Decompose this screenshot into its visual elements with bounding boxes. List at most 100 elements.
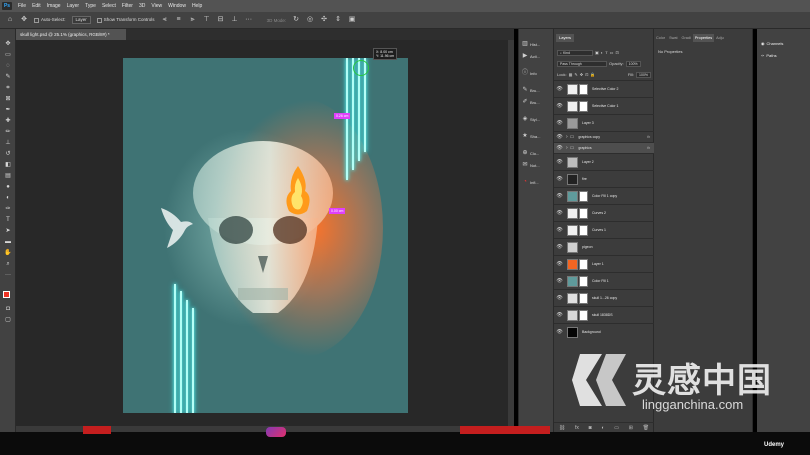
3d-roll-icon[interactable]: ◎ [306, 16, 314, 24]
visibility-eye-icon[interactable]: 👁 [556, 103, 563, 109]
clone-stamp-tool-icon[interactable]: ⊥ [3, 139, 13, 148]
layer-mask-thumbnail[interactable] [579, 275, 588, 287]
align-bottom-icon[interactable]: ⊥ [231, 16, 239, 24]
panel-shapes[interactable]: ★ Sha... [522, 131, 554, 141]
align-right-icon[interactable]: ⫸ [189, 16, 197, 24]
align-left-icon[interactable]: ⫷ [161, 16, 169, 24]
taskbar-app-red[interactable] [83, 426, 111, 434]
show-transform-checkbox[interactable]: Show Transform Controls [96, 17, 155, 23]
menu-image[interactable]: Image [44, 3, 64, 9]
panel-paths[interactable]: ✑ Paths [761, 50, 777, 60]
visibility-eye-icon[interactable]: 👁 [556, 210, 563, 216]
new-group-icon[interactable]: ▭ [614, 425, 619, 431]
menu-filter[interactable]: Filter [119, 3, 136, 9]
hand-tool-icon[interactable]: ✋ [3, 249, 13, 258]
lock-move-icon[interactable]: ✥ [580, 72, 583, 77]
layer-row[interactable]: 👁 Curves 2 [554, 204, 654, 221]
visibility-eye-icon[interactable]: 👁 [556, 329, 563, 335]
menu-3d[interactable]: 3D [136, 3, 148, 9]
menu-view[interactable]: View [148, 3, 165, 9]
panel-channels[interactable]: ◉ Channels [761, 38, 783, 48]
visibility-eye-icon[interactable]: 👁 [556, 159, 563, 165]
instagram-icon[interactable] [266, 427, 286, 437]
layer-name[interactable]: skull 1838DS [592, 313, 613, 317]
panel-notes[interactable]: ✉ Not... [522, 160, 554, 170]
visibility-eye-icon[interactable]: 👁 [556, 134, 563, 140]
align-center-icon[interactable]: ≡ [175, 16, 183, 24]
photoshop-logo-icon[interactable]: Ps [2, 2, 12, 10]
opacity-input[interactable]: 100% [625, 60, 641, 67]
menu-edit[interactable]: Edit [29, 3, 44, 9]
layer-mask-thumbnail[interactable] [579, 309, 588, 321]
screen-mode-icon[interactable]: ▢ [3, 316, 13, 325]
layer-name[interactable]: fire [582, 177, 587, 181]
tab-swatches[interactable]: Swat [667, 34, 679, 42]
layer-thumbnail[interactable] [567, 292, 578, 304]
dodge-tool-icon[interactable]: ◐ [3, 194, 13, 203]
type-tool-icon[interactable]: T [3, 216, 13, 225]
layer-row[interactable]: 👁 fire [554, 170, 654, 187]
tab-gradients[interactable]: Gradi [680, 34, 693, 42]
layer-mask-thumbnail[interactable] [579, 258, 588, 270]
auto-select-dropdown[interactable]: Layer [71, 16, 91, 24]
zoom-tool-icon[interactable]: ⌕ [3, 260, 13, 269]
more-options-icon[interactable]: ··· [245, 16, 253, 24]
fill-input[interactable]: 100% [636, 71, 651, 78]
layer-row[interactable]: 👁 Curves 1 [554, 221, 654, 238]
layer-row[interactable]: 👁 skull 1838DS [554, 306, 654, 323]
align-top-icon[interactable]: ⊤ [203, 16, 211, 24]
lock-all-icon[interactable]: 🔒 [590, 72, 595, 77]
vertical-scrollbar[interactable] [508, 40, 514, 432]
visibility-eye-icon[interactable]: 👁 [556, 86, 563, 92]
menu-window[interactable]: Window [165, 3, 189, 9]
layer-name[interactable]: pigeon [582, 245, 593, 249]
layer-mask-thumbnail[interactable] [579, 83, 588, 95]
shape-tool-icon[interactable]: ▬ [3, 238, 13, 247]
filter-adjust-icon[interactable]: ◐ [601, 50, 603, 55]
healing-brush-tool-icon[interactable]: ✚ [3, 117, 13, 126]
layer-row[interactable]: 👁 Color Fill 1 [554, 272, 654, 289]
layer-row[interactable]: 👁 Selective Color 2 [554, 80, 654, 97]
foreground-color-swatch[interactable] [3, 291, 10, 298]
more-tools-icon[interactable]: ··· [3, 271, 13, 280]
layer-name[interactable]: Selective Color 1 [592, 104, 618, 108]
menu-layer[interactable]: Layer [64, 3, 83, 9]
layer-thumbnail[interactable] [567, 173, 578, 185]
layer-thumbnail[interactable] [567, 326, 578, 338]
layer-thumbnail[interactable] [567, 190, 578, 202]
canvas-area[interactable]: 0.26 cm 0.00 cm X: 8.00 cm Y: 11.96 cm [16, 40, 514, 432]
tab-adjustments[interactable]: Adju [714, 34, 726, 42]
layer-thumbnail[interactable] [567, 258, 578, 270]
panel-brushes[interactable]: ✎ Bru... [522, 85, 554, 95]
layer-thumbnail[interactable] [567, 241, 578, 253]
layer-row[interactable]: 👁 Background [554, 323, 654, 340]
layer-name[interactable]: Background [582, 330, 601, 334]
taskbar-app-red-wide[interactable] [460, 426, 550, 434]
layer-name[interactable]: Layer 3 [582, 121, 594, 125]
panel-styles[interactable]: ◈ Styl... [522, 114, 554, 124]
move-tool-icon[interactable]: ✥ [20, 16, 28, 24]
visibility-eye-icon[interactable]: 👁 [556, 227, 563, 233]
layer-mask-thumbnail[interactable] [579, 292, 588, 304]
layer-thumbnail[interactable] [567, 83, 578, 95]
layer-name[interactable]: Selective Color 2 [592, 87, 618, 91]
align-middle-icon[interactable]: ⊟ [217, 16, 225, 24]
panel-infinite[interactable]: ◔ Infi... [522, 177, 554, 187]
visibility-eye-icon[interactable]: 👁 [556, 145, 563, 151]
layer-group-row[interactable]: 👁 › ▭ graphics copy fx [554, 131, 654, 142]
layer-mask-thumbnail[interactable] [579, 100, 588, 112]
tab-layers[interactable]: Layers [556, 34, 575, 42]
3d-rotate-icon[interactable]: ↻ [292, 16, 300, 24]
document-canvas[interactable]: 0.26 cm 0.00 cm [123, 58, 408, 413]
menu-type[interactable]: Type [82, 3, 99, 9]
visibility-eye-icon[interactable]: 👁 [556, 244, 563, 250]
layer-thumbnail[interactable] [567, 207, 578, 219]
3d-scale-icon[interactable]: ▣ [348, 16, 356, 24]
layer-mask-thumbnail[interactable] [579, 207, 588, 219]
eyedropper-tool-icon[interactable]: ✒ [3, 106, 13, 115]
quick-select-tool-icon[interactable]: ✎ [3, 73, 13, 82]
layer-group-row[interactable]: 👁 › ▭ graphics fx [554, 142, 654, 153]
layer-name[interactable]: Curves 1 [592, 228, 606, 232]
layer-name[interactable]: graphics copy [578, 135, 600, 139]
crop-tool-icon[interactable]: ⌗ [3, 84, 13, 93]
